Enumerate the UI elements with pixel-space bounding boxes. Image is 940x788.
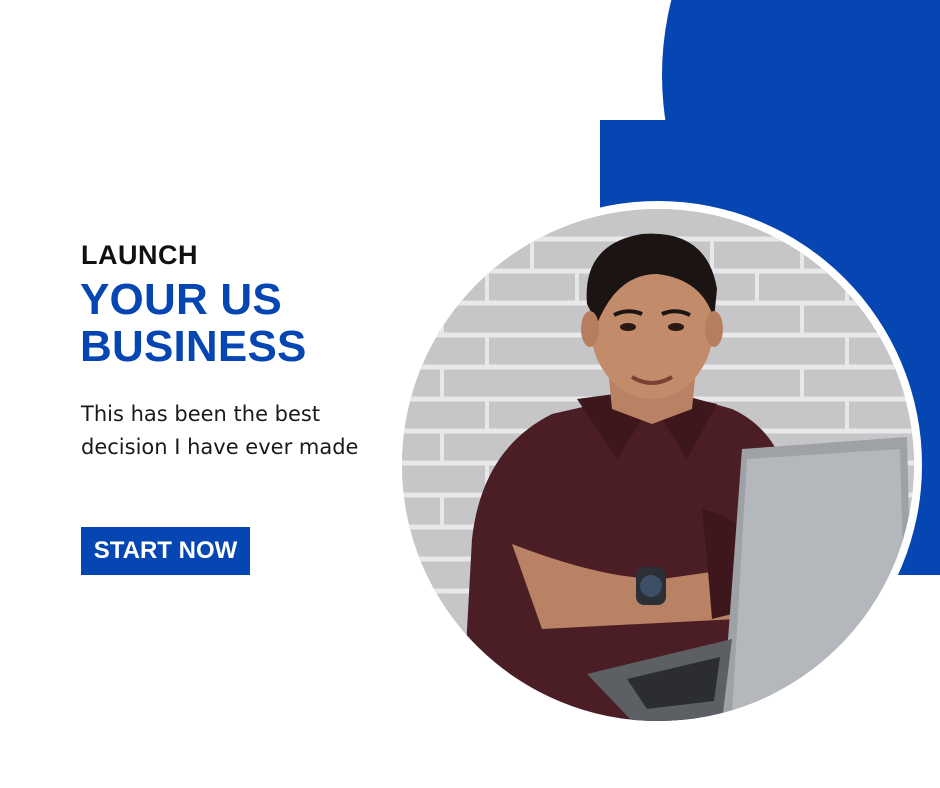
right-ear [705, 311, 723, 347]
start-now-button[interactable]: START NOW [81, 527, 250, 575]
hero-photo-illustration [402, 209, 914, 721]
hero-photo [402, 209, 914, 721]
watch-face [640, 575, 662, 597]
headline: YOUR US BUSINESS [80, 275, 307, 371]
testimonial-text: This has been the best decision I have e… [81, 402, 359, 459]
right-eye [668, 323, 684, 331]
left-eye [620, 323, 636, 331]
eyebrow-label: LAUNCH [81, 240, 198, 270]
left-ear [581, 311, 599, 347]
laptop-lid-shade [732, 449, 907, 714]
ad-canvas: LAUNCH YOUR US BUSINESS This has been th… [0, 0, 940, 788]
